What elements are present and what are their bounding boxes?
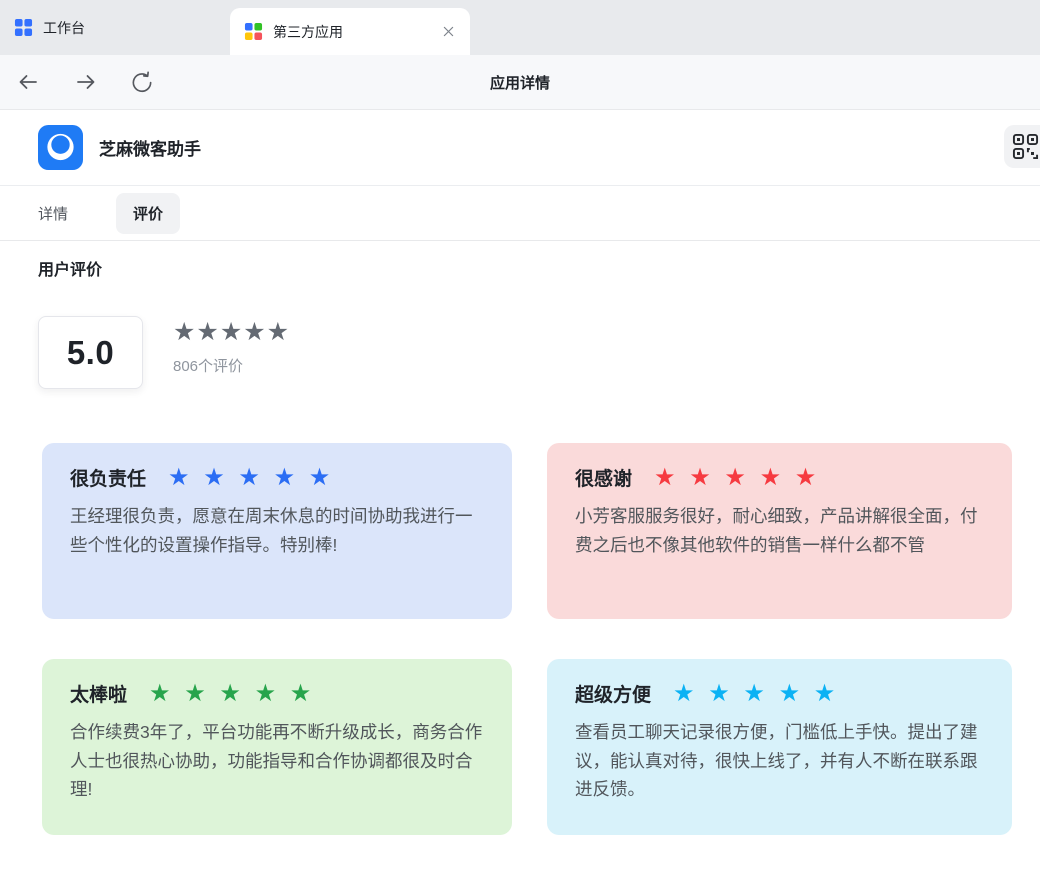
review-title: 超级方便 [575,680,651,707]
workbench-grid-icon [14,18,33,37]
tab-workbench[interactable]: 工作台 [0,0,230,55]
qr-code-icon [1012,133,1039,160]
section-title: 用户评价 [38,256,1040,280]
review-title: 很感谢 [575,464,632,491]
review-stars-icon: ★ ★ ★ ★ ★ [168,466,330,490]
tab-third-party-app[interactable]: 第三方应用 [230,8,470,55]
window-tab-strip: 工作台 第三方应用 [0,0,1040,55]
review-stars-icon: ★ ★ ★ ★ ★ [673,682,835,706]
tab-workbench-label: 工作台 [43,18,85,38]
app-name: 芝麻微客助手 [99,135,201,160]
review-body: 王经理很负责，愿意在周末休息的时间协助我进行一些个性化的设置操作指导。特别棒! [70,502,484,559]
tab-third-party-label: 第三方应用 [273,22,343,42]
review-title: 太棒啦 [70,680,127,707]
rating-meta: ★★★★★ 806个评价 [173,316,290,376]
app-logo-smiley-icon [38,125,83,170]
rating-score-card: 5.0 [38,316,143,389]
review-stars-icon: ★ ★ ★ ★ ★ [149,682,311,706]
review-title: 很负责任 [70,464,146,491]
rating-count: 806个评价 [173,355,290,376]
rating-score: 5.0 [67,334,114,372]
review-card: 太棒啦 ★ ★ ★ ★ ★ 合作续费3年了，平台功能再不断升级成长，商务合作人士… [42,659,512,835]
review-card-grid: 很负责任 ★ ★ ★ ★ ★ 王经理很负责，愿意在周末休息的时间协助我进行一些个… [0,389,1040,835]
review-card: 超级方便 ★ ★ ★ ★ ★ 查看员工聊天记录很方便，门槛低上手快。提出了建议，… [547,659,1012,835]
app-header: 芝麻微客助手 [0,110,1040,186]
review-card: 很负责任 ★ ★ ★ ★ ★ 王经理很负责，愿意在周末休息的时间协助我进行一些个… [42,443,512,619]
forward-icon[interactable] [72,68,100,96]
refresh-icon[interactable] [128,68,156,96]
rating-summary: 5.0 ★★★★★ 806个评价 [38,316,1040,389]
tab-details[interactable]: 详情 [38,203,68,224]
tab-reviews[interactable]: 评价 [116,193,180,234]
rating-stars-icon: ★★★★★ [173,320,290,345]
review-card: 很感谢 ★ ★ ★ ★ ★ 小芳客服服务很好，耐心细致，产品讲解很全面，付费之后… [547,443,1012,619]
back-icon[interactable] [14,68,42,96]
review-stars-icon: ★ ★ ★ ★ ★ [654,466,816,490]
detail-tab-bar: 详情 评价 [0,186,1040,241]
review-body: 小芳客服服务很好，耐心细致，产品讲解很全面，付费之后也不像其他软件的销售一样什么… [575,502,984,559]
apps-grid-icon [244,22,263,41]
page-title: 应用详情 [0,72,1040,93]
review-body: 合作续费3年了，平台功能再不断升级成长，商务合作人士也很热心协助，功能指导和合作… [70,718,484,804]
navigation-bar: 应用详情 [0,55,1040,110]
close-tab-icon[interactable] [438,22,458,42]
review-body: 查看员工聊天记录很方便，门槛低上手快。提出了建议，能认真对待，很快上线了，并有人… [575,718,984,804]
qr-code-button[interactable] [1004,125,1040,168]
